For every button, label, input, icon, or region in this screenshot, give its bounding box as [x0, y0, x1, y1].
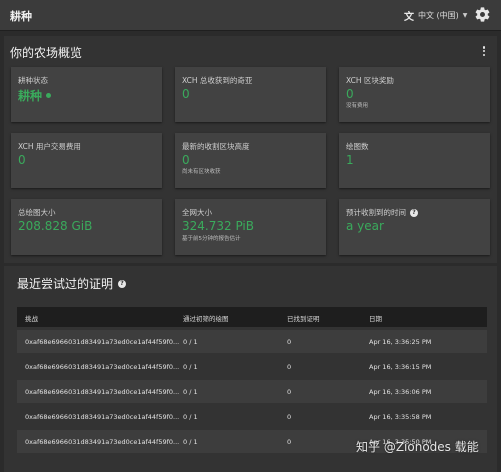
card-label: 耕种状态 [18, 76, 48, 85]
proofs-title: 最近尝试过的证明 ? [17, 275, 127, 292]
card-label: XCH 总收获到的奇亚 [182, 76, 253, 85]
page-title: 耕种 [10, 10, 32, 23]
proofs-cell: 0 [287, 388, 292, 396]
column-header-plots: 通过初筛的绘图 [183, 315, 229, 323]
card-label: 绘图数 [346, 142, 369, 151]
card-value: 0 [346, 87, 354, 101]
card-last-height-farmed: 最新的收割区块高度 0 尚未有区块收获 [175, 133, 326, 188]
translate-icon: 文 [404, 12, 414, 23]
overview-title: 你的农场概览 [10, 46, 83, 60]
column-header-proofs: 已找到证明 [287, 315, 320, 323]
card-value: 208.828 GiB [18, 219, 93, 233]
card-value: 0 [18, 153, 26, 167]
challenge-cell: 0xaf68e6966031d83491a73ed0ce1af44f59f0..… [25, 413, 180, 421]
card-value: 0 [182, 87, 190, 101]
proofs-title-text: 最近尝试过的证明 [17, 277, 114, 291]
card-label: 预计收割到的时间 ? [346, 207, 418, 218]
card-value: 0 [182, 153, 190, 167]
plots-cell: 0 / 1 [183, 363, 198, 371]
more-vert-icon[interactable] [481, 44, 487, 58]
proofs-cell: 0 [287, 438, 292, 446]
card-network-space: 全网大小 324.732 PiB 基于前5分钟的报告估计 [175, 199, 326, 255]
card-label: 最新的收割区块高度 [182, 142, 250, 151]
date-cell: Apr 16, 3:35:58 PM [369, 413, 432, 421]
card-expected-time-to-win: 预计收割到的时间 ? a year [339, 199, 490, 255]
plots-cell: 0 / 1 [183, 413, 198, 421]
card-label: 总绘图大小 [18, 208, 56, 217]
card-label: XCH 用户交易费用 [18, 142, 81, 151]
watermark: 知乎 @Zionodes 载能 [356, 440, 479, 454]
help-icon[interactable]: ? [118, 279, 127, 288]
card-plot-count: 绘图数 1 [339, 133, 490, 188]
date-cell: Apr 16, 3:36:15 PM [369, 363, 432, 371]
challenge-cell: 0xaf68e6966031d83491a73ed0ce1af44f59f0..… [25, 363, 180, 371]
challenge-cell: 0xaf68e6966031d83491a73ed0ce1af44f59f0..… [25, 438, 180, 446]
table-row: 0xaf68e6966031d83491a73ed0ce1af44f59f0..… [17, 355, 487, 378]
top-bar: 耕种 文 中文 (中国) ▼ [0, 0, 501, 31]
language-selector[interactable]: 文 中文 (中国) ▼ [404, 7, 467, 24]
card-user-fees: XCH 用户交易费用 0 [11, 133, 162, 188]
card-value: 1 [346, 153, 354, 167]
card-sub: 尚未有区块收获 [182, 169, 221, 175]
proofs-cell: 0 [287, 413, 292, 421]
card-sub: 基于前5分钟的报告估计 [182, 236, 241, 242]
challenge-cell: 0xaf68e6966031d83491a73ed0ce1af44f59f0..… [25, 388, 180, 396]
date-cell: Apr 16, 3:36:25 PM [369, 338, 432, 346]
card-total-chia-farmed: XCH 总收获到的奇亚 0 [175, 67, 326, 122]
farming-status-value: 耕种 [18, 89, 43, 103]
plots-cell: 0 / 1 [183, 388, 198, 396]
chevron-down-icon: ▼ [462, 12, 468, 19]
table-row: 0xaf68e6966031d83491a73ed0ce1af44f59f0..… [17, 380, 487, 403]
card-farming-status: 耕种状态 耕种 [11, 67, 162, 122]
card-label: XCH 区块奖励 [346, 76, 394, 85]
date-cell: Apr 16, 3:36:06 PM [369, 388, 432, 396]
table-row: 0xaf68e6966031d83491a73ed0ce1af44f59f0..… [17, 405, 487, 428]
plots-cell: 0 / 1 [183, 338, 198, 346]
card-block-rewards: XCH 区块奖励 0 没有费用 [339, 67, 490, 122]
challenge-cell: 0xaf68e6966031d83491a73ed0ce1af44f59f0..… [25, 338, 180, 346]
card-sub: 没有费用 [346, 103, 369, 109]
column-header-date: 日期 [369, 315, 382, 323]
proofs-cell: 0 [287, 338, 292, 346]
proofs-cell: 0 [287, 363, 292, 371]
language-label: 中文 (中国) [418, 11, 459, 20]
card-value: a year [346, 219, 384, 233]
card-value: 耕种 [18, 87, 52, 104]
table-header: 挑战 通过初筛的绘图 已找到证明 日期 [17, 307, 487, 327]
card-total-plot-size: 总绘图大小 208.828 GiB [11, 199, 162, 255]
status-dot-icon [46, 93, 52, 98]
expected-time-label: 预计收割到的时间 [346, 208, 406, 217]
card-label: 全网大小 [182, 208, 212, 217]
gear-icon[interactable] [474, 6, 491, 23]
column-header-challenge: 挑战 [25, 315, 38, 323]
help-icon[interactable]: ? [410, 208, 418, 217]
plots-cell: 0 / 1 [183, 438, 198, 446]
table-row: 0xaf68e6966031d83491a73ed0ce1af44f59f0..… [17, 330, 487, 353]
card-value: 324.732 PiB [182, 219, 254, 233]
